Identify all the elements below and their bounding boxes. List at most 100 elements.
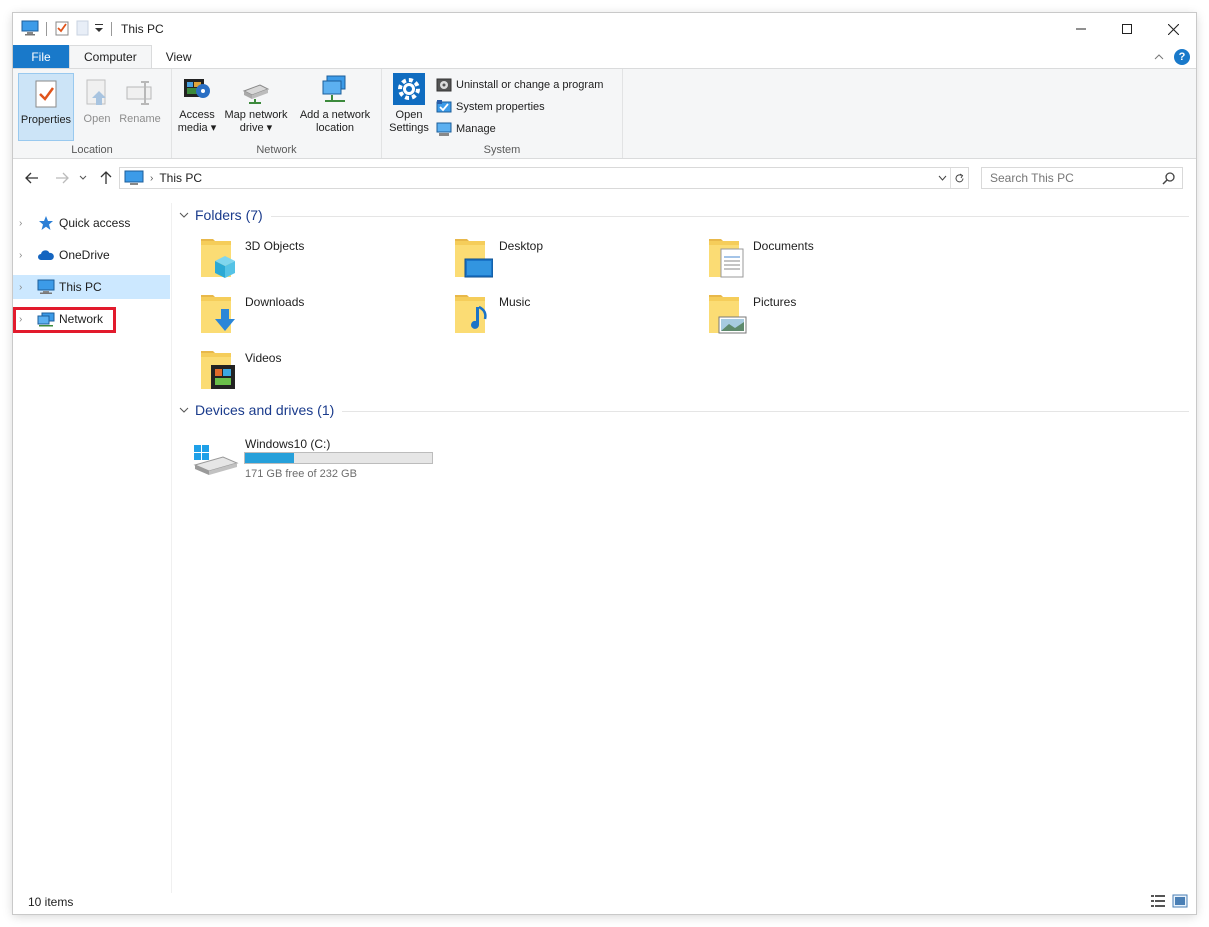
cloud-icon	[38, 250, 54, 260]
up-arrow-icon	[100, 171, 112, 184]
search-icon	[1162, 172, 1175, 185]
tab-file[interactable]: File	[13, 45, 69, 68]
access-media-icon	[184, 79, 210, 98]
folder-documents[interactable]: Documents	[681, 233, 931, 283]
chevron-down-icon	[938, 175, 946, 181]
minimize-button[interactable]	[1058, 13, 1104, 45]
separator	[46, 22, 47, 36]
rename-icon	[126, 81, 152, 105]
properties-qat-icon[interactable]	[54, 20, 70, 39]
back-button[interactable]	[23, 169, 41, 187]
chevron-right-icon[interactable]: ›	[19, 282, 31, 293]
manage-icon	[436, 122, 452, 136]
minimize-icon	[1076, 28, 1086, 30]
navigation-bar: › This PC Search This PC	[13, 165, 1196, 191]
section-divider	[342, 410, 1189, 412]
address-dropdown-button[interactable]	[934, 168, 950, 188]
computer-icon	[37, 279, 55, 294]
drive-usage-fill	[245, 453, 295, 463]
chevron-down-icon[interactable]	[179, 405, 189, 416]
pictures-folder-icon	[709, 295, 747, 334]
folder-music[interactable]: Music	[427, 289, 677, 339]
documents-folder-icon	[709, 239, 744, 278]
folder-videos[interactable]: Videos	[173, 345, 423, 395]
chevron-right-icon[interactable]: ›	[19, 250, 31, 261]
network-group-label: Network	[256, 144, 297, 156]
navigation-pane: › Quick access › OneDrive › This PC › Ne…	[13, 203, 172, 893]
folders-section-header[interactable]: Folders (7)	[179, 207, 1189, 223]
system-properties-icon	[436, 100, 452, 113]
back-arrow-icon	[25, 172, 38, 184]
chevron-down-icon	[79, 175, 87, 180]
details-view-icon[interactable]	[1150, 894, 1166, 911]
search-input[interactable]: Search This PC	[981, 167, 1183, 189]
manage-button[interactable]: Manage	[436, 121, 496, 137]
refresh-button[interactable]	[950, 168, 968, 188]
up-button[interactable]	[97, 169, 115, 187]
open-button[interactable]: Open	[79, 77, 115, 126]
tab-computer[interactable]: Computer	[69, 45, 152, 69]
videos-folder-icon	[201, 351, 235, 389]
item-count: 10 items	[28, 895, 74, 909]
close-button[interactable]	[1150, 13, 1196, 45]
devices-section-header[interactable]: Devices and drives (1)	[179, 402, 1189, 418]
system-properties-button[interactable]: System properties	[436, 99, 545, 115]
refresh-icon	[955, 173, 964, 182]
map-network-drive-button[interactable]: Map network drive ▾	[220, 73, 292, 135]
tab-view[interactable]: View	[152, 45, 206, 68]
forward-button[interactable]	[53, 169, 71, 187]
this-pc-icon	[21, 20, 39, 39]
status-bar: 10 items	[13, 890, 1196, 914]
section-divider	[270, 215, 1189, 217]
access-media-button[interactable]: Access media ▾	[176, 73, 218, 135]
this-pc-icon	[124, 170, 144, 185]
breadcrumb-this-pc[interactable]: This PC	[159, 171, 202, 185]
sidebar-item-this-pc[interactable]: › This PC	[13, 275, 170, 299]
music-folder-icon	[455, 295, 487, 333]
drive-usage-bar	[244, 452, 433, 464]
chevron-down-icon[interactable]	[179, 210, 189, 221]
sidebar-item-quick-access[interactable]: › Quick access	[13, 211, 170, 235]
rename-button[interactable]: Rename	[117, 77, 163, 126]
large-icons-view-icon[interactable]	[1172, 894, 1188, 911]
explorer-window: This PC File Computer View ? Properties …	[13, 13, 1196, 914]
3d-objects-folder-icon	[201, 239, 235, 278]
folder-desktop[interactable]: Desktop	[427, 233, 677, 283]
downloads-folder-icon	[201, 295, 235, 333]
drive-c[interactable]: Windows10 (C:) 171 GB free of 232 GB	[193, 437, 453, 487]
folder-3d-objects[interactable]: 3D Objects	[173, 233, 423, 283]
title-bar: This PC	[13, 13, 1196, 45]
open-icon	[86, 79, 106, 105]
properties-button[interactable]: Properties	[18, 73, 74, 141]
recent-locations-button[interactable]	[77, 169, 89, 187]
map-network-drive-icon	[242, 84, 270, 104]
help-icon[interactable]: ?	[1174, 49, 1190, 65]
open-settings-button[interactable]: Open Settings	[386, 73, 432, 135]
add-network-location-button[interactable]: Add a network location	[294, 73, 376, 135]
quick-access-toolbar	[13, 20, 115, 39]
address-bar[interactable]: › This PC	[119, 167, 969, 189]
location-group: Properties Open Rename Location	[13, 69, 172, 158]
forward-arrow-icon	[56, 172, 69, 184]
close-icon	[1167, 23, 1179, 35]
chevron-right-icon[interactable]: ›	[19, 218, 31, 229]
breadcrumb-chevron-icon: ›	[150, 172, 154, 184]
new-folder-qat-icon[interactable]	[74, 20, 90, 39]
sidebar-item-onedrive[interactable]: › OneDrive	[13, 243, 170, 267]
uninstall-icon	[436, 78, 452, 92]
ribbon: Properties Open Rename Location Access m…	[13, 68, 1196, 159]
uninstall-program-button[interactable]: Uninstall or change a program	[436, 77, 603, 93]
collapse-ribbon-icon[interactable]	[1154, 50, 1164, 64]
qat-dropdown-icon[interactable]	[94, 22, 104, 37]
network-highlight-box	[13, 307, 116, 333]
location-group-label: Location	[71, 144, 113, 156]
network-group: Access media ▾ Map network drive ▾ Add a…	[172, 69, 382, 158]
folder-pictures[interactable]: Pictures	[681, 289, 931, 339]
maximize-button[interactable]	[1104, 13, 1150, 45]
windows-drive-icon	[193, 445, 239, 475]
desktop-folder-icon	[455, 239, 493, 278]
separator	[111, 22, 112, 36]
window-title: This PC	[121, 22, 164, 36]
folder-downloads[interactable]: Downloads	[173, 289, 423, 339]
star-icon	[39, 216, 53, 230]
